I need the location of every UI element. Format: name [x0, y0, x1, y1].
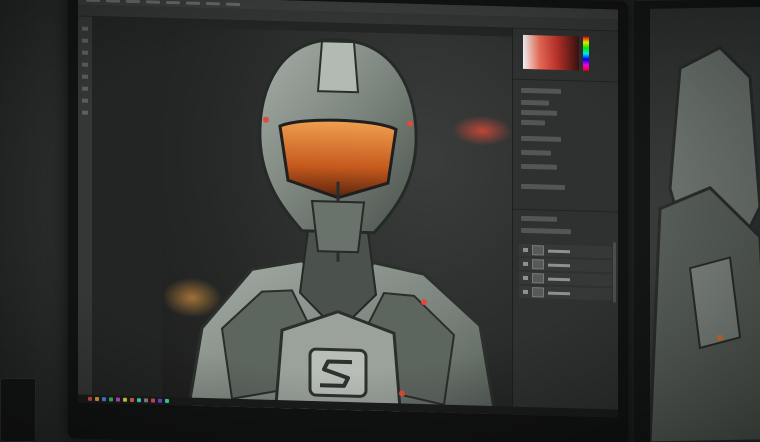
visibility-icon[interactable] — [523, 289, 528, 295]
property-row[interactable] — [521, 183, 565, 191]
taskbar-app-icon[interactable] — [151, 398, 155, 403]
taskbar-app-icon[interactable] — [123, 397, 127, 402]
layers-tab[interactable] — [521, 215, 557, 222]
menu-item[interactable] — [106, 0, 120, 3]
panel-tab[interactable] — [521, 87, 561, 94]
visibility-icon[interactable] — [523, 247, 528, 253]
property-row[interactable] — [521, 99, 549, 106]
property-row[interactable] — [521, 109, 557, 116]
layer-row[interactable] — [519, 271, 612, 287]
taskbar-app-icon[interactable] — [144, 398, 148, 403]
red-neon-light — [452, 114, 512, 147]
photo-scene — [0, 0, 760, 442]
crop-tool-icon[interactable] — [82, 62, 88, 67]
layer-row[interactable] — [519, 257, 612, 273]
layer-thumbnail — [532, 287, 544, 298]
menu-item[interactable] — [126, 0, 140, 3]
marquee-tool-icon[interactable] — [82, 38, 88, 43]
zoom-tool-icon[interactable] — [82, 110, 88, 115]
bokeh-light — [162, 276, 222, 319]
properties-panel — [513, 78, 618, 212]
layer-thumbnail — [532, 245, 544, 256]
move-tool-icon[interactable] — [82, 26, 88, 31]
desk-device — [0, 378, 36, 442]
color-panel — [513, 29, 618, 82]
taskbar-app-icon[interactable] — [102, 397, 106, 402]
tools-toolbar[interactable] — [78, 16, 92, 403]
layer-row[interactable] — [519, 285, 612, 301]
eraser-tool-icon[interactable] — [82, 86, 88, 91]
layer-name — [548, 277, 570, 281]
menu-item[interactable] — [146, 0, 160, 4]
layer-row[interactable] — [519, 243, 612, 259]
document-canvas[interactable] — [92, 16, 512, 415]
taskbar-app-icon[interactable] — [109, 397, 113, 402]
layers-panel — [513, 208, 618, 418]
visibility-icon[interactable] — [523, 261, 528, 267]
taskbar-app-icon[interactable] — [137, 398, 141, 403]
taskbar-app-icon[interactable] — [158, 398, 162, 403]
property-row[interactable] — [521, 135, 561, 142]
taskbar-app-icon[interactable] — [130, 397, 134, 403]
panel-scrollbar[interactable] — [613, 242, 616, 303]
secondary-screen — [650, 6, 760, 442]
monitor-screen — [78, 0, 618, 418]
taskbar-app-icon[interactable] — [116, 397, 120, 402]
taskbar-app-icon[interactable] — [88, 396, 92, 401]
layer-options[interactable] — [521, 227, 571, 235]
menu-item[interactable] — [186, 0, 200, 5]
text-tool-icon[interactable] — [82, 98, 88, 103]
artwork-image — [162, 26, 512, 415]
visibility-icon[interactable] — [523, 275, 528, 281]
secondary-monitor — [634, 0, 760, 442]
hue-slider[interactable] — [583, 36, 589, 71]
brush-tool-icon[interactable] — [82, 74, 88, 79]
taskbar-app-icon[interactable] — [165, 398, 169, 404]
menu-item[interactable] — [166, 0, 180, 4]
taskbar-app-icon[interactable] — [95, 396, 99, 402]
color-picker-field[interactable] — [523, 34, 579, 71]
layer-name — [548, 291, 570, 295]
menu-item[interactable] — [86, 0, 100, 2]
layer-name — [548, 249, 570, 253]
layer-thumbnail — [532, 259, 544, 270]
property-row[interactable] — [521, 119, 545, 126]
main-monitor — [68, 0, 628, 442]
right-panels — [512, 28, 618, 418]
menu-item[interactable] — [206, 1, 220, 5]
property-row[interactable] — [521, 163, 557, 170]
lasso-tool-icon[interactable] — [82, 50, 88, 55]
armored-robot-illustration — [180, 38, 504, 415]
property-row[interactable] — [521, 149, 551, 156]
layer-name — [548, 263, 570, 267]
menu-item[interactable] — [226, 2, 240, 6]
layer-thumbnail — [532, 273, 544, 284]
robot-reference-image — [650, 45, 760, 442]
